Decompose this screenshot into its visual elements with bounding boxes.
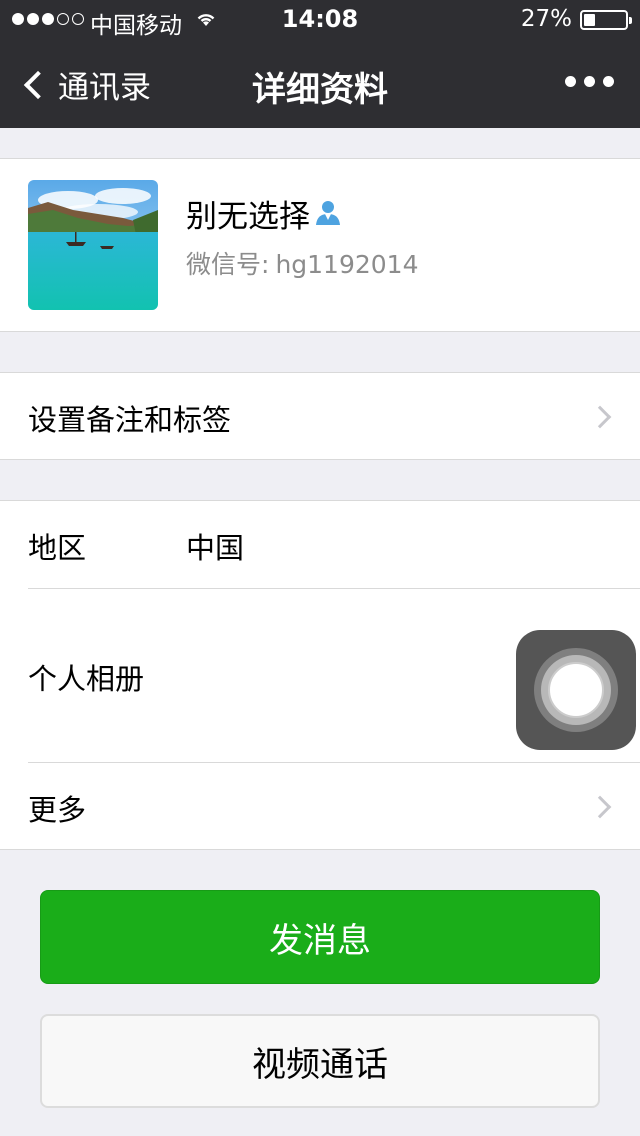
top-bar: 中国移动 14:08 27% 通讯录 详细资料	[0, 0, 640, 128]
nav-bar: 通讯录 详细资料	[0, 40, 640, 128]
battery-level	[584, 14, 595, 26]
profile-card: 别无选择 微信号: hg1192014	[0, 158, 640, 332]
chevron-right-icon	[588, 405, 612, 429]
user-icon	[314, 199, 342, 229]
wechat-id-label: 微信号:	[186, 250, 270, 279]
home-circle-icon	[548, 662, 604, 718]
region-value: 中国	[186, 531, 245, 565]
more-icon[interactable]	[565, 76, 614, 87]
video-call-button[interactable]: 视频通话	[40, 1014, 600, 1108]
more-label: 更多	[28, 793, 87, 827]
page-title: 详细资料	[252, 70, 388, 110]
status-bar: 中国移动 14:08 27%	[0, 0, 640, 40]
contact-name: 别无选择	[186, 199, 310, 235]
avatar[interactable]	[28, 180, 158, 310]
send-message-button[interactable]: 发消息	[40, 890, 600, 984]
name-row: 别无选择	[186, 191, 342, 236]
assistive-touch-button[interactable]	[516, 630, 636, 750]
divider	[28, 588, 640, 589]
chevron-right-icon	[588, 795, 612, 819]
personal-album-label: 个人相册	[28, 662, 145, 696]
wechat-id-value: hg1192014	[275, 250, 419, 279]
set-remark-tags-label: 设置备注和标签	[28, 403, 232, 437]
divider	[28, 762, 640, 763]
region-label: 地区	[28, 531, 87, 565]
battery-percent: 27%	[520, 6, 572, 32]
wechat-id: 微信号: hg1192014	[186, 245, 419, 281]
battery-icon	[580, 10, 632, 30]
set-remark-tags-row[interactable]: 设置备注和标签	[0, 372, 640, 460]
